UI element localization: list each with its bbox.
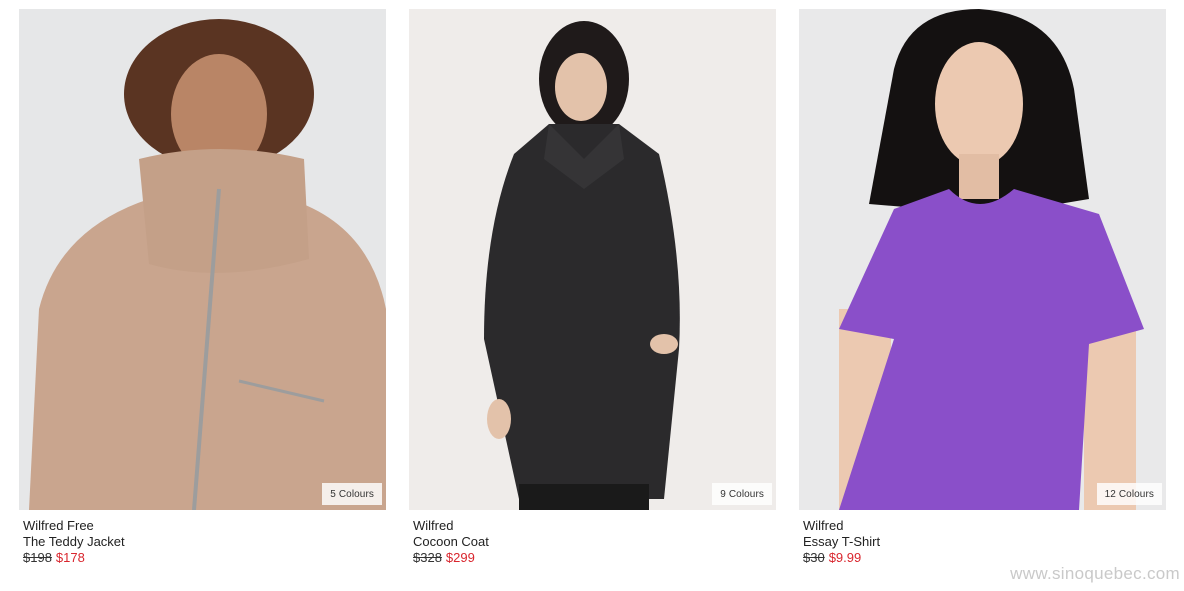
colour-count-badge[interactable]: 5 Colours — [322, 483, 382, 505]
sale-price: $178 — [55, 550, 85, 565]
product-image[interactable]: 9 Colours — [409, 9, 776, 510]
product-name[interactable]: The Teddy Jacket — [23, 534, 386, 550]
product-image[interactable]: 5 Colours — [19, 9, 386, 510]
original-price: $30 — [803, 550, 825, 565]
product-brand[interactable]: Wilfred Free — [23, 518, 386, 534]
product-name[interactable]: Cocoon Coat — [413, 534, 776, 550]
colour-count-badge[interactable]: 12 Colours — [1096, 483, 1162, 505]
essay-tshirt-photo — [799, 9, 1166, 510]
product-card-teddy-jacket[interactable]: 5 Colours Wilfred Free The Teddy Jacket … — [19, 9, 386, 566]
original-price: $328 — [413, 550, 442, 565]
watermark: www.sinoquebec.com — [1010, 564, 1180, 583]
product-brand[interactable]: Wilfred — [413, 518, 776, 534]
product-brand[interactable]: Wilfred — [803, 518, 1166, 534]
original-price: $198 — [23, 550, 52, 565]
product-price: $328 $299 — [413, 550, 776, 566]
cocoon-coat-photo — [409, 9, 776, 510]
product-info: Wilfred Free The Teddy Jacket $198 $178 — [19, 510, 386, 566]
product-card-cocoon-coat[interactable]: 9 Colours Wilfred Cocoon Coat $328 $299 — [409, 9, 776, 566]
teddy-jacket-photo — [19, 9, 386, 510]
product-card-essay-tshirt[interactable]: 12 Colours Wilfred Essay T-Shirt $30 $9.… — [799, 9, 1166, 566]
product-grid: 5 Colours Wilfred Free The Teddy Jacket … — [19, 9, 1166, 566]
product-name[interactable]: Essay T-Shirt — [803, 534, 1166, 550]
sale-price: $299 — [445, 550, 475, 565]
product-info: Wilfred Cocoon Coat $328 $299 — [409, 510, 776, 566]
colour-count-badge[interactable]: 9 Colours — [712, 483, 772, 505]
product-info: Wilfred Essay T-Shirt $30 $9.99 — [799, 510, 1166, 566]
product-price: $198 $178 — [23, 550, 386, 566]
sale-price: $9.99 — [828, 550, 862, 565]
product-image[interactable]: 12 Colours — [799, 9, 1166, 510]
